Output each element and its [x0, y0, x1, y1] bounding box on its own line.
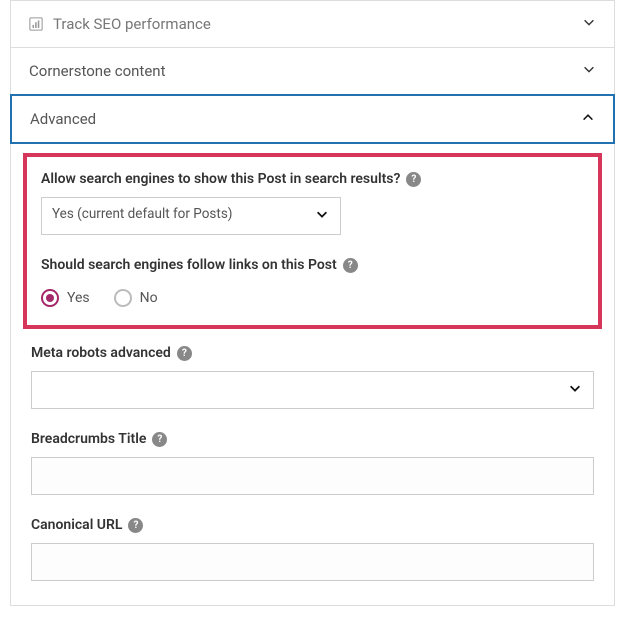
help-icon[interactable]: ?: [343, 258, 358, 273]
help-icon[interactable]: ?: [128, 518, 143, 533]
highlight-box: Allow search engines to show this Post i…: [23, 153, 602, 329]
help-icon[interactable]: ?: [177, 346, 192, 361]
chevron-down-icon: [582, 15, 596, 33]
follow-links-yes-radio[interactable]: Yes: [41, 289, 90, 307]
advanced-section-body: Allow search engines to show this Post i…: [11, 143, 614, 605]
section-title-seo: Track SEO performance: [53, 15, 211, 33]
follow-links-no-radio[interactable]: No: [114, 289, 158, 307]
allow-search-label: Allow search engines to show this Post i…: [41, 171, 400, 187]
meta-robots-select[interactable]: [31, 371, 594, 409]
chevron-down-icon: [582, 62, 596, 80]
follow-links-label: Should search engines follow links on th…: [41, 257, 337, 273]
canonical-input[interactable]: [31, 543, 594, 581]
help-icon[interactable]: ?: [406, 172, 421, 187]
help-icon[interactable]: ?: [152, 432, 167, 447]
radio-icon: [41, 289, 59, 307]
breadcrumbs-label: Breadcrumbs Title: [31, 431, 146, 447]
radio-icon: [114, 289, 132, 307]
canonical-label: Canonical URL: [31, 517, 122, 533]
section-header-seo[interactable]: Track SEO performance: [11, 1, 614, 47]
radio-label-yes: Yes: [67, 290, 90, 306]
chevron-up-icon: [581, 110, 595, 128]
section-header-cornerstone[interactable]: Cornerstone content: [11, 48, 614, 94]
breadcrumbs-input[interactable]: [31, 457, 594, 495]
meta-robots-label: Meta robots advanced: [31, 345, 171, 361]
section-header-advanced[interactable]: Advanced: [10, 94, 615, 144]
section-title-advanced: Advanced: [30, 110, 96, 128]
allow-search-select[interactable]: Yes (current default for Posts): [41, 197, 341, 235]
section-title-cornerstone: Cornerstone content: [29, 62, 165, 80]
radio-label-no: No: [140, 290, 158, 306]
chart-icon: [29, 17, 43, 31]
